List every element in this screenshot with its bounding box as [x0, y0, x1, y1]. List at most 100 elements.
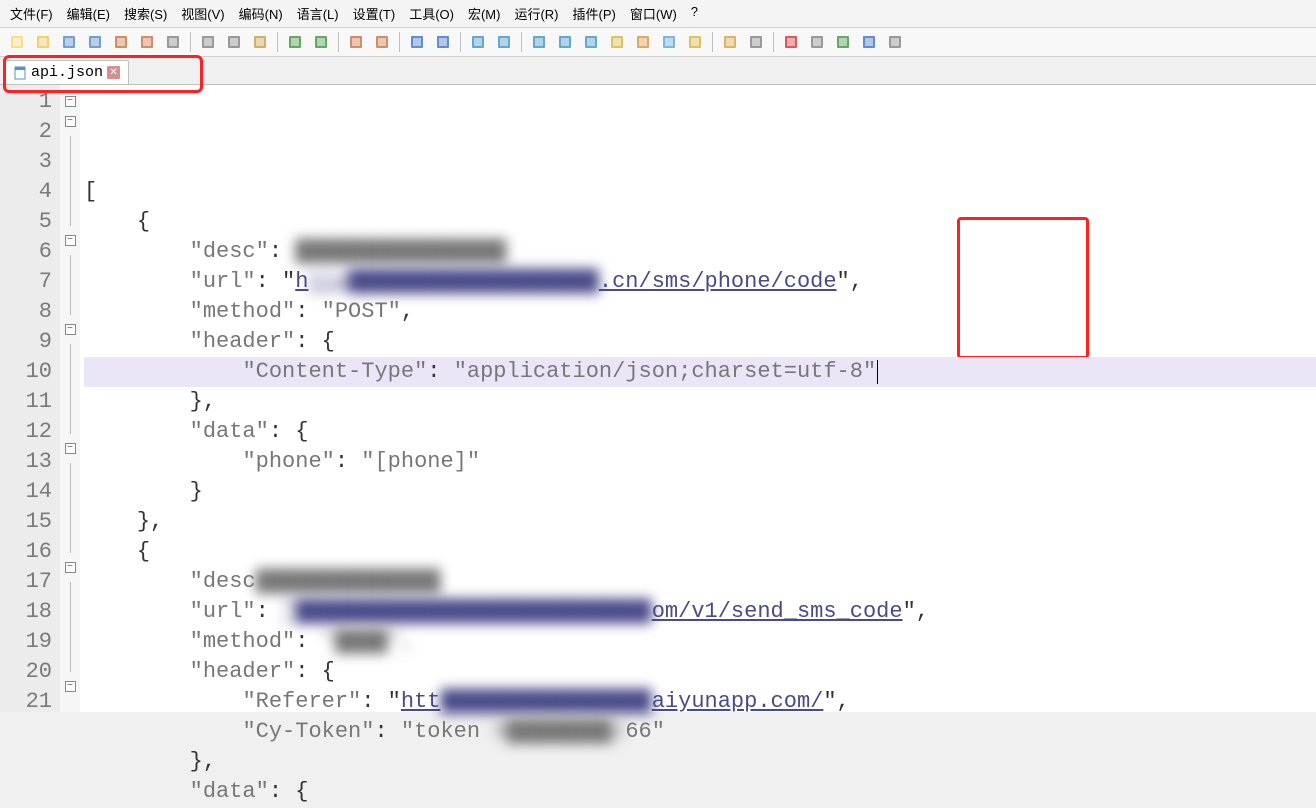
redo-icon[interactable] [310, 31, 332, 53]
save-icon[interactable] [58, 31, 80, 53]
code-area[interactable]: [ { "desc": ████████████████ "url": "htt… [80, 85, 1316, 712]
open-file-icon[interactable] [32, 31, 54, 53]
monitor-icon[interactable] [719, 31, 741, 53]
code-line[interactable]: "phone": "[phone]" [84, 447, 1316, 477]
menu-语言l[interactable]: 语言(L) [291, 2, 345, 25]
menu-文件f[interactable]: 文件(F) [4, 2, 59, 25]
code-line[interactable]: }, [84, 387, 1316, 417]
fold-guide [70, 166, 71, 196]
code-line[interactable]: { [84, 537, 1316, 567]
code-line[interactable]: "method": "████", [84, 627, 1316, 657]
line-number: 5 [0, 207, 52, 237]
fold-toggle-icon[interactable]: − [65, 235, 76, 246]
sync-h-icon[interactable] [493, 31, 515, 53]
code-line[interactable]: "data": { [84, 417, 1316, 447]
new-file-icon[interactable] [6, 31, 28, 53]
code-line[interactable]: }, [84, 747, 1316, 777]
fold-toggle-icon[interactable]: − [65, 116, 76, 127]
menu-[interactable]: ? [685, 2, 704, 25]
fold-toggle-icon[interactable]: − [65, 562, 76, 573]
fold-toggle-icon[interactable]: − [65, 96, 76, 107]
code-line[interactable]: "desc": ████████████████ [84, 237, 1316, 267]
doc-map-icon[interactable] [632, 31, 654, 53]
lang-icon[interactable] [606, 31, 628, 53]
menu-窗口w[interactable]: 窗口(W) [624, 2, 683, 25]
sync-v-icon[interactable] [467, 31, 489, 53]
menu-编辑e[interactable]: 编辑(E) [61, 2, 116, 25]
fold-guide [70, 642, 71, 672]
code-editor[interactable]: 123456789101112131415161718192021 −−−−−−… [0, 85, 1316, 712]
fold-guide [70, 493, 71, 523]
code-line[interactable]: }, [84, 507, 1316, 537]
fold-toggle-icon[interactable]: − [65, 443, 76, 454]
menu-视图v[interactable]: 视图(V) [175, 2, 230, 25]
code-line[interactable]: [ [84, 177, 1316, 207]
folder-icon[interactable] [684, 31, 706, 53]
function-list-icon[interactable] [658, 31, 680, 53]
copy-icon[interactable] [223, 31, 245, 53]
zoom-in-icon[interactable] [406, 31, 428, 53]
menu-搜索s[interactable]: 搜索(S) [118, 2, 173, 25]
line-number: 15 [0, 507, 52, 537]
find-icon[interactable] [345, 31, 367, 53]
undo-icon[interactable] [284, 31, 306, 53]
code-line[interactable]: "header": { [84, 657, 1316, 687]
toolbar [0, 28, 1316, 57]
replace-icon[interactable] [371, 31, 393, 53]
code-line[interactable]: "url": "http███████████████████.cn/sms/p… [84, 267, 1316, 297]
menu-插件p[interactable]: 插件(P) [567, 2, 622, 25]
fold-guide [70, 404, 71, 434]
play-icon[interactable] [832, 31, 854, 53]
fold-guide [70, 463, 71, 493]
hide-icon[interactable] [745, 31, 767, 53]
fold-guide [70, 285, 71, 315]
fold-guide [70, 344, 71, 374]
code-line[interactable]: "Referer": "htt████████████████aiyunapp.… [84, 687, 1316, 717]
code-line[interactable]: "url": "███████████████████████████om/v1… [84, 597, 1316, 627]
code-line[interactable]: "desc██████████████ [84, 567, 1316, 597]
show-ws-icon[interactable] [554, 31, 576, 53]
stop-icon[interactable] [806, 31, 828, 53]
save-all-icon[interactable] [84, 31, 106, 53]
close-icon[interactable] [110, 31, 132, 53]
code-line[interactable]: "Content-Type": "application/json;charse… [84, 357, 1316, 387]
indent-guide-icon[interactable] [580, 31, 602, 53]
record-icon[interactable] [780, 31, 802, 53]
code-line[interactable]: "Cy-Token": "token 9████████166" [84, 717, 1316, 747]
code-line[interactable]: "header": { [84, 327, 1316, 357]
fold-toggle-icon[interactable]: − [65, 324, 76, 335]
menu-工具o[interactable]: 工具(O) [403, 2, 460, 25]
line-number: 1 [0, 87, 52, 117]
close-all-icon[interactable] [136, 31, 158, 53]
code-line[interactable]: "method": "POST", [84, 297, 1316, 327]
fold-gutter: − − − − − − − [60, 85, 80, 712]
code-line[interactable]: } [84, 477, 1316, 507]
tab-close-icon[interactable]: ✕ [107, 66, 120, 79]
fold-guide [70, 136, 71, 166]
line-number: 17 [0, 567, 52, 597]
menu-设置t[interactable]: 设置(T) [347, 2, 402, 25]
line-number: 8 [0, 297, 52, 327]
menu-运行r[interactable]: 运行(R) [508, 2, 564, 25]
tab-filename: api.json [31, 64, 103, 81]
menu-编码n[interactable]: 编码(N) [233, 2, 289, 25]
line-number: 4 [0, 177, 52, 207]
paste-icon[interactable] [249, 31, 271, 53]
word-wrap-icon[interactable] [528, 31, 550, 53]
line-number: 9 [0, 327, 52, 357]
zoom-out-icon[interactable] [432, 31, 454, 53]
cut-icon[interactable] [197, 31, 219, 53]
fast-play-icon[interactable] [858, 31, 880, 53]
code-line[interactable]: "data": { [84, 777, 1316, 807]
fold-guide [70, 582, 71, 612]
file-tab[interactable]: api.json ✕ [4, 60, 129, 84]
print-icon[interactable] [162, 31, 184, 53]
line-number: 18 [0, 597, 52, 627]
save-macro-icon[interactable] [884, 31, 906, 53]
line-number-gutter: 123456789101112131415161718192021 [0, 85, 60, 712]
menu-宏m[interactable]: 宏(M) [462, 2, 507, 25]
fold-toggle-icon[interactable]: − [65, 681, 76, 692]
line-number: 20 [0, 657, 52, 687]
line-number: 19 [0, 627, 52, 657]
code-line[interactable]: { [84, 207, 1316, 237]
